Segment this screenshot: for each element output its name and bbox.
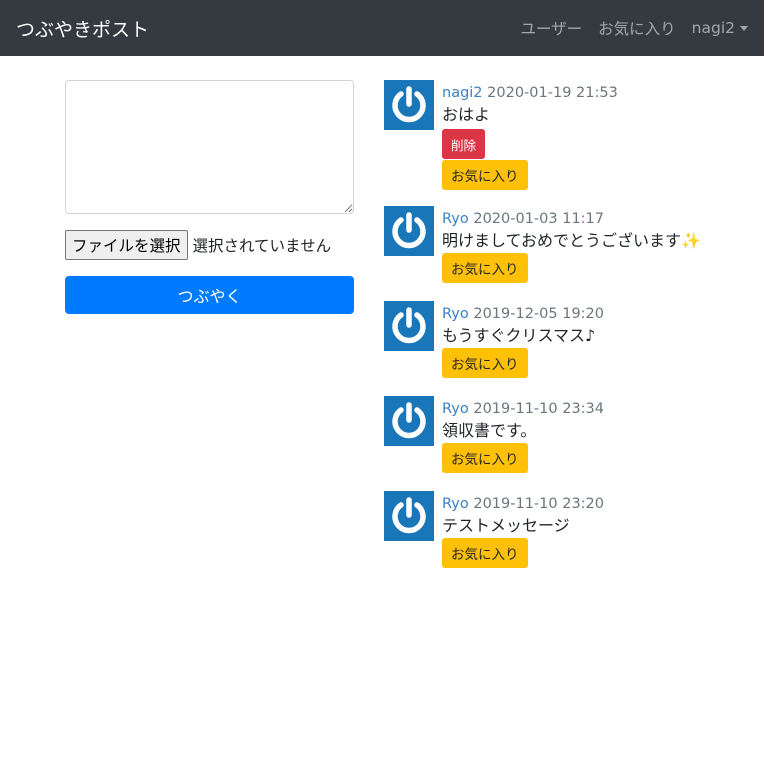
post-date: 2020-01-19 21:53 [487, 85, 618, 101]
post-text: 領収書です。 [442, 421, 537, 440]
post-text: テストメッセージ [442, 516, 570, 535]
message-textarea[interactable] [65, 80, 354, 214]
post-date: 2020-01-03 11:17 [473, 211, 605, 227]
post-username[interactable]: nagi2 [442, 85, 483, 101]
favorite-button[interactable]: お気に入り [442, 538, 528, 568]
post-username[interactable]: Ryo [442, 496, 469, 512]
post-text: おはよ [442, 105, 491, 124]
post-header: Ryo 2019-12-05 19:20 [442, 304, 604, 324]
file-status-text: 選択されていません [192, 237, 332, 255]
post-body: Ryo 2020-01-03 11:17 明けましておめでとうございます✨ お気… [442, 209, 701, 301]
post-item: Ryo 2019-11-10 23:20 テストメッセージ お気に入り [384, 491, 754, 586]
power-icon [392, 307, 426, 344]
brand-logo[interactable]: つぶやきポスト [16, 15, 149, 42]
post-body: nagi2 2020-01-19 21:53 おはよ 削除 お気に入り [442, 83, 618, 206]
power-icon [392, 212, 426, 249]
post-body: Ryo 2019-12-05 19:20 もうすぐクリスマス♪ お気に入り [442, 304, 604, 396]
post-date: 2019-12-05 19:20 [473, 306, 605, 322]
favorite-button[interactable]: お気に入り [442, 348, 528, 378]
delete-button[interactable]: 削除 [442, 129, 486, 159]
post-list: nagi2 2020-01-19 21:53 おはよ 削除 お気に入り Ryo … [384, 80, 754, 586]
navbar: つぶやきポスト ユーザー お気に入り nagi2 [0, 0, 764, 56]
post-text: 明けましておめでとうございます✨ [442, 231, 701, 250]
post-body: Ryo 2019-11-10 23:20 テストメッセージ お気に入り [442, 494, 604, 586]
post-username[interactable]: Ryo [442, 306, 469, 322]
favorite-button[interactable]: お気に入り [442, 443, 528, 473]
file-input: ファイルを選択 選択されていません [65, 230, 354, 260]
post-header: Ryo 2020-01-03 11:17 [442, 209, 701, 229]
post-item: Ryo 2020-01-03 11:17 明けましておめでとうございます✨ お気… [384, 206, 754, 301]
user-menu-dropdown[interactable]: nagi2 [692, 19, 748, 37]
submit-post-button[interactable]: つぶやく [65, 276, 354, 314]
favorite-button[interactable]: お気に入り [442, 253, 528, 283]
post-body: Ryo 2019-11-10 23:34 領収書です。 お気に入り [442, 399, 604, 491]
nav-links: ユーザー お気に入り nagi2 [504, 17, 748, 39]
post-header: Ryo 2019-11-10 23:20 [442, 494, 604, 514]
user-menu-label: nagi2 [691, 19, 735, 37]
post-date: 2019-11-10 23:34 [473, 401, 605, 417]
power-icon [392, 497, 426, 534]
post-header: Ryo 2019-11-10 23:34 [442, 399, 604, 419]
favorite-button[interactable]: お気に入り [442, 160, 528, 190]
power-icon [392, 86, 426, 123]
file-select-button[interactable]: ファイルを選択 [65, 230, 188, 260]
power-icon [392, 402, 426, 439]
avatar [384, 80, 434, 130]
post-date: 2019-11-10 23:20 [473, 496, 605, 512]
avatar [384, 491, 434, 541]
post-item: Ryo 2019-12-05 19:20 もうすぐクリスマス♪ お気に入り [384, 301, 754, 396]
post-form: ファイルを選択 選択されていません つぶやく [65, 80, 354, 314]
nav-link-users[interactable]: ユーザー [520, 17, 582, 39]
caret-down-icon [740, 25, 748, 31]
post-username[interactable]: Ryo [442, 211, 469, 227]
avatar [384, 206, 434, 256]
avatar [384, 301, 434, 351]
avatar [384, 396, 434, 446]
post-text: もうすぐクリスマス♪ [442, 326, 596, 345]
nav-link-favorites[interactable]: お気に入り [598, 17, 676, 39]
post-header: nagi2 2020-01-19 21:53 [442, 83, 618, 103]
post-item: Ryo 2019-11-10 23:34 領収書です。 お気に入り [384, 396, 754, 491]
post-item: nagi2 2020-01-19 21:53 おはよ 削除 お気に入り [384, 80, 754, 206]
post-username[interactable]: Ryo [442, 401, 469, 417]
